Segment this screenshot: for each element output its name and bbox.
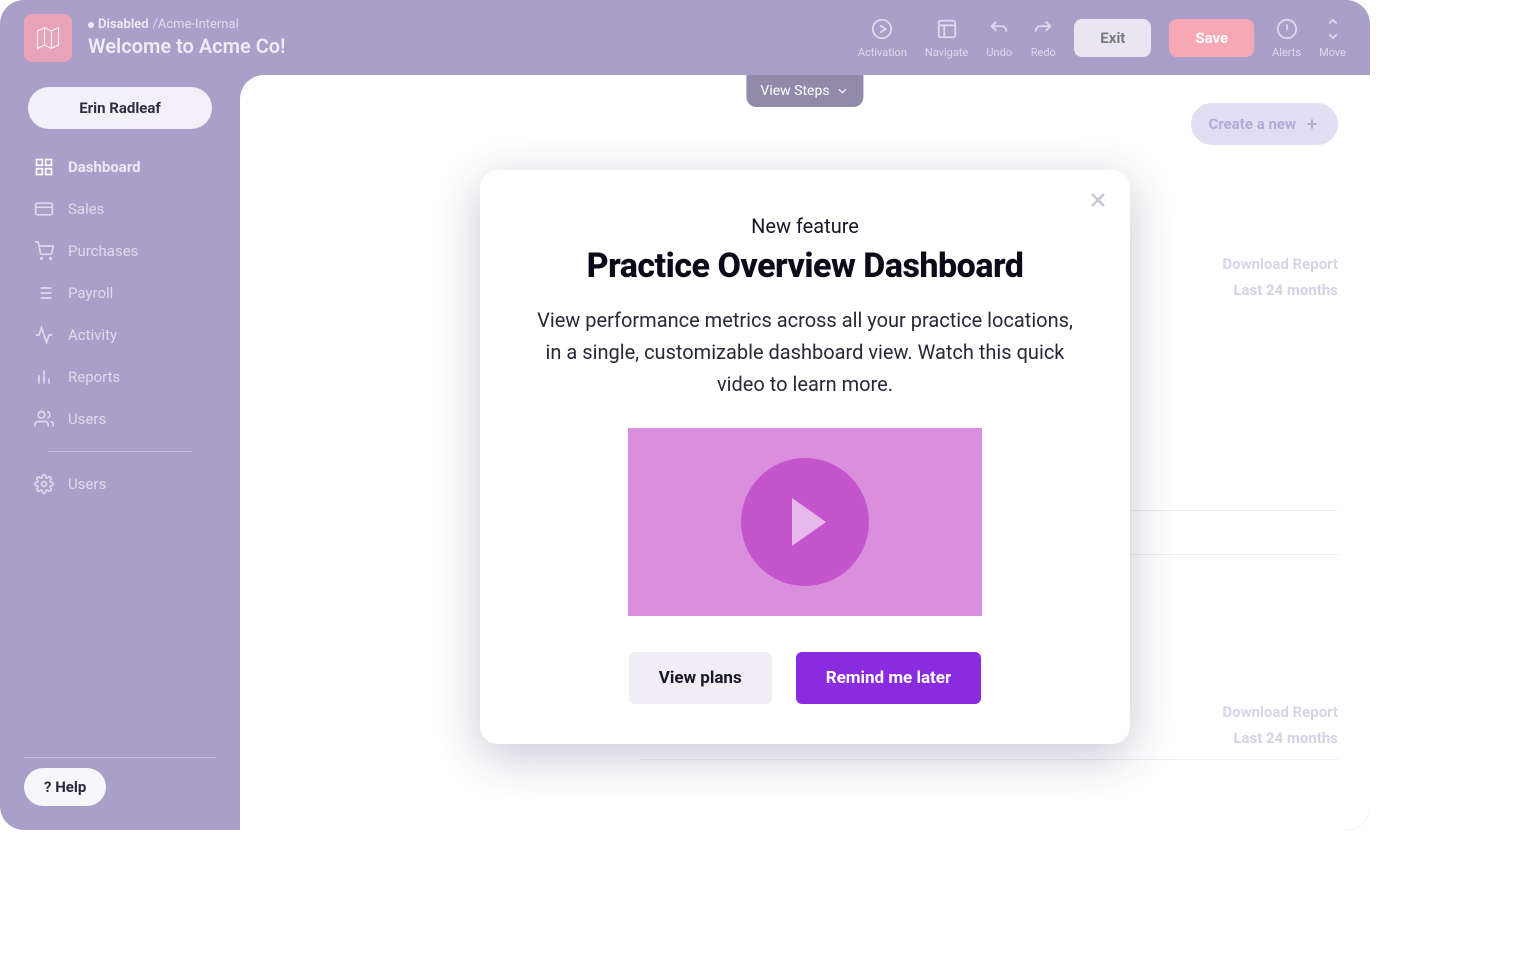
sidebar-item-reports[interactable]: Reports <box>24 357 216 397</box>
move-icon <box>1322 18 1344 40</box>
modal-eyebrow: New feature <box>530 214 1080 238</box>
undo-button[interactable]: Undo <box>986 16 1012 59</box>
sidebar-item-payroll[interactable]: Payroll <box>24 273 216 313</box>
modal-body: View performance metrics across all your… <box>530 304 1080 400</box>
help-button[interactable]: ? Help <box>24 768 106 806</box>
sidebar-item-label: Payroll <box>68 284 113 302</box>
chevron-down-icon <box>836 84 850 98</box>
gear-icon <box>34 474 54 494</box>
sidebar-item-sales[interactable]: Sales <box>24 189 216 229</box>
sidebar-item-label: Sales <box>68 200 104 218</box>
feature-modal: New feature Practice Overview Dashboard … <box>480 170 1130 744</box>
view-plans-button[interactable]: View plans <box>629 652 772 704</box>
navigate-icon <box>936 18 958 40</box>
video-thumbnail[interactable] <box>628 428 982 616</box>
cart-icon <box>34 241 54 261</box>
modal-actions: View plans Remind me later <box>530 652 1080 704</box>
map-icon <box>34 24 62 52</box>
modal-title: Practice Overview Dashboard <box>530 246 1080 286</box>
sidebar-item-activity[interactable]: Activity <box>24 315 216 355</box>
grid-icon <box>34 157 54 177</box>
download-report-link-2[interactable]: Download Report <box>1222 703 1338 721</box>
alerts-icon <box>1276 18 1298 40</box>
activation-icon <box>871 18 893 40</box>
sidebar-item-label: Reports <box>68 368 120 386</box>
play-button <box>741 458 869 586</box>
sidebar-item-label: Users <box>68 410 106 428</box>
sidebar-item-dashboard[interactable]: Dashboard <box>24 147 216 187</box>
page-title: Welcome to Acme Co! <box>88 34 842 58</box>
chart-range: Last 24 months <box>1233 281 1338 299</box>
undo-icon <box>988 18 1010 40</box>
breadcrumb-status: Disabled <box>98 17 149 32</box>
app-logo[interactable] <box>24 14 72 62</box>
body-row: Erin Radleaf Dashboard Sales Purchases P… <box>0 75 1370 830</box>
activity-icon <box>34 325 54 345</box>
navigate-button[interactable]: Navigate <box>925 16 968 59</box>
breadcrumb: Disabled /Acme-Internal <box>88 17 842 32</box>
nav: Dashboard Sales Purchases Payroll Activi… <box>0 147 240 504</box>
redo-button[interactable]: Redo <box>1030 16 1056 59</box>
redo-icon <box>1032 18 1054 40</box>
sidebar-item-label: Purchases <box>68 242 138 260</box>
list-icon <box>34 283 54 303</box>
modal-close-button[interactable] <box>1086 188 1110 212</box>
sidebar-item-settings-users[interactable]: Users <box>24 464 216 504</box>
sidebar-item-label: Dashboard <box>68 158 141 176</box>
bar-chart-icon <box>34 367 54 387</box>
remind-later-button[interactable]: Remind me later <box>796 652 982 704</box>
user-pill[interactable]: Erin Radleaf <box>28 87 212 129</box>
create-button[interactable]: Create a new <box>1191 103 1338 145</box>
move-button[interactable]: Move <box>1319 16 1346 59</box>
app-frame: Disabled /Acme-Internal Welcome to Acme … <box>0 0 1370 830</box>
main-content: View Steps Create a new Download Report … <box>240 75 1370 830</box>
chart2-range: Last 24 months <box>1233 729 1338 747</box>
sidebar-item-label: Activity <box>68 326 117 344</box>
title-block: Disabled /Acme-Internal Welcome to Acme … <box>88 17 842 58</box>
close-icon <box>1086 188 1110 212</box>
exit-button[interactable]: Exit <box>1074 19 1151 57</box>
sidebar-item-label: Users <box>68 475 106 493</box>
status-dot-icon <box>88 22 94 28</box>
card-icon <box>34 199 54 219</box>
sidebar: Erin Radleaf Dashboard Sales Purchases P… <box>0 75 240 830</box>
plus-icon <box>1304 116 1320 132</box>
topbar: Disabled /Acme-Internal Welcome to Acme … <box>0 0 1370 75</box>
breadcrumb-path: /Acme-Internal <box>153 17 239 32</box>
sidebar-item-purchases[interactable]: Purchases <box>24 231 216 271</box>
sidebar-item-users[interactable]: Users <box>24 399 216 439</box>
alerts-button[interactable]: Alerts <box>1272 16 1301 59</box>
play-icon <box>792 498 826 546</box>
save-button[interactable]: Save <box>1169 19 1254 57</box>
users-icon <box>34 409 54 429</box>
download-report-link[interactable]: Download Report <box>1222 255 1338 273</box>
nav-divider <box>48 451 192 452</box>
nav-divider-bottom <box>24 757 216 758</box>
topbar-actions: Activation Navigate Undo Redo Exit Save … <box>858 16 1346 59</box>
activation-button[interactable]: Activation <box>858 16 907 59</box>
